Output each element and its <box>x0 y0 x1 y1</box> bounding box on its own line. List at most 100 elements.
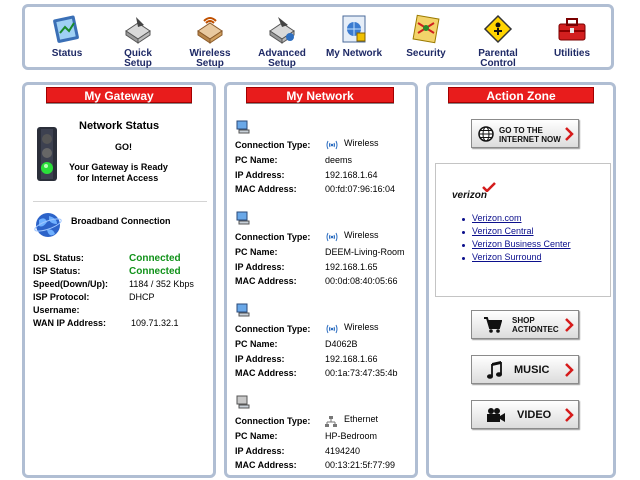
video-label: VIDEO <box>517 409 552 421</box>
chevron-right-icon <box>565 363 574 377</box>
my-gateway-title: My Gateway <box>46 87 192 103</box>
ip-address-label: IP Address: <box>235 446 285 456</box>
my-network-icon <box>342 15 366 43</box>
gateway-ready-text-2: for Internet Access <box>77 173 159 183</box>
nav-security-label: Security <box>406 48 446 59</box>
music-label: MUSIC <box>514 364 550 376</box>
advanced-setup-icon <box>269 17 295 44</box>
speed-value: 1184 / 352 Kbps <box>129 279 194 289</box>
shop-label: SHOP <box>512 316 535 325</box>
nav-advanced-setup-label-2: Setup <box>268 58 296 69</box>
link-verizon-com[interactable]: Verizon.com <box>472 213 522 223</box>
shop-actiontec-button[interactable]: SHOP ACTIONTEC <box>471 310 579 339</box>
gateway-divider <box>33 201 207 202</box>
verizon-box: verizon Verizon.com Verizon Central Veri… <box>435 163 611 297</box>
connection-type-label: Connection Type: <box>235 324 311 334</box>
nav-status[interactable]: Status <box>34 11 100 69</box>
verizon-logo-text: verizon <box>452 190 488 201</box>
mac-address-value: 00:fd:07:96:16:04 <box>325 184 396 194</box>
wan-ip-label: WAN IP Address: <box>33 318 107 328</box>
mac-address-value: 00:1a:73:47:35:4b <box>325 368 398 378</box>
ip-address-label: IP Address: <box>235 170 285 180</box>
nav-parental-control-label-2: Control <box>480 58 516 69</box>
nav-utilities[interactable]: Utilities <box>539 11 605 69</box>
nav-security[interactable]: Security <box>393 11 459 69</box>
computer-icon <box>236 395 250 409</box>
action-zone-title: Action Zone <box>448 87 594 103</box>
mac-address-label: MAC Address: <box>235 368 297 378</box>
wireless-icon <box>326 324 338 334</box>
go-text: GO! <box>115 142 132 152</box>
go-to-internet-label: GO TO THE <box>499 126 543 135</box>
quick-setup-icon <box>125 17 151 44</box>
chevron-right-icon <box>565 318 574 332</box>
username-label: Username: <box>33 305 80 315</box>
nav-my-network-label: My Network <box>325 48 383 59</box>
isp-status-value: Connected <box>129 266 181 277</box>
nav-quick-setup[interactable]: Quick Setup <box>105 11 171 69</box>
nav-my-network[interactable]: My Network <box>321 11 387 69</box>
wan-ip-value: 109.71.32.1 <box>131 318 179 328</box>
shopping-cart-icon <box>484 317 502 333</box>
link-verizon-business-center[interactable]: Verizon Business Center <box>472 239 571 249</box>
video-button[interactable]: VIDEO <box>471 400 579 429</box>
bullet <box>462 218 465 221</box>
bullet <box>462 257 465 260</box>
speed-label: Speed(Down/Up): <box>33 279 108 289</box>
music-note-icon <box>487 361 502 379</box>
link-verizon-surround[interactable]: Verizon Surround <box>472 252 542 262</box>
computer-icon <box>236 303 250 317</box>
go-to-internet-label-2: INTERNET NOW <box>499 135 561 144</box>
mac-address-value: 00:0d:08:40:05:66 <box>325 276 398 286</box>
chevron-right-icon <box>565 408 574 422</box>
nav-parental-control[interactable]: Parental Control <box>465 11 531 69</box>
nav-advanced-setup[interactable]: Advanced Setup <box>249 11 315 69</box>
link-verizon-central[interactable]: Verizon Central <box>472 226 534 236</box>
nav-status-label: Status <box>51 48 83 59</box>
nav-quick-setup-label-2: Setup <box>124 58 152 69</box>
chevron-right-icon <box>565 127 574 141</box>
isp-status-label: ISP Status: <box>33 266 81 276</box>
wireless-icon <box>326 232 338 242</box>
ip-address-value: 192.168.1.66 <box>325 354 378 364</box>
bullet <box>462 231 465 234</box>
connection-type-label: Connection Type: <box>235 140 311 150</box>
pc-name-label: PC Name: <box>235 247 278 257</box>
pc-name-value: DEEM-Living-Room <box>325 247 405 257</box>
connection-type-value: Wireless <box>344 230 379 240</box>
pc-name-label: PC Name: <box>235 155 278 165</box>
pc-name-value: deems <box>325 155 353 165</box>
wireless-setup-icon <box>197 17 223 44</box>
dsl-status-label: DSL Status: <box>33 253 84 263</box>
computer-icon <box>236 211 250 225</box>
network-status-heading: Network Status <box>79 120 160 132</box>
computer-icon <box>236 120 250 134</box>
ip-address-value: 4194240 <box>325 446 361 456</box>
parental-control-icon <box>483 14 513 44</box>
ip-address-label: IP Address: <box>235 262 285 272</box>
pc-name-value: HP-Bedroom <box>325 431 378 441</box>
nav-wireless-setup[interactable]: Wireless Setup <box>177 11 243 69</box>
my-gateway-panel: My Gateway Network Status GO! Your Gatew… <box>22 82 216 478</box>
broadband-connection-label: Broadband Connection <box>71 216 171 226</box>
ip-address-label: IP Address: <box>235 354 285 364</box>
shop-actiontec-label: ACTIONTEC <box>512 325 559 334</box>
traffic-light-icon <box>37 127 57 181</box>
connection-type-label: Connection Type: <box>235 232 311 242</box>
connection-type-value: Wireless <box>344 138 379 148</box>
connection-type-value: Ethernet <box>344 414 379 424</box>
pc-name-label: PC Name: <box>235 339 278 349</box>
my-network-panel: My Network Connection Type: Wireless PC … <box>224 82 418 478</box>
music-button[interactable]: MUSIC <box>471 355 579 384</box>
pc-name-value: D4062B <box>325 339 358 349</box>
utilities-icon <box>558 18 586 41</box>
dsl-status-value: Connected <box>129 253 181 264</box>
wireless-icon <box>326 140 338 150</box>
ip-address-value: 192.168.1.64 <box>325 170 378 180</box>
verizon-logo[interactable]: verizon <box>452 182 498 202</box>
isp-protocol-value: DHCP <box>129 292 155 302</box>
connection-type-value: Wireless <box>344 322 379 332</box>
go-to-internet-button[interactable]: GO TO THE INTERNET NOW <box>471 119 579 148</box>
nav-wireless-setup-label-2: Setup <box>196 58 224 69</box>
nav-utilities-label: Utilities <box>553 48 591 59</box>
